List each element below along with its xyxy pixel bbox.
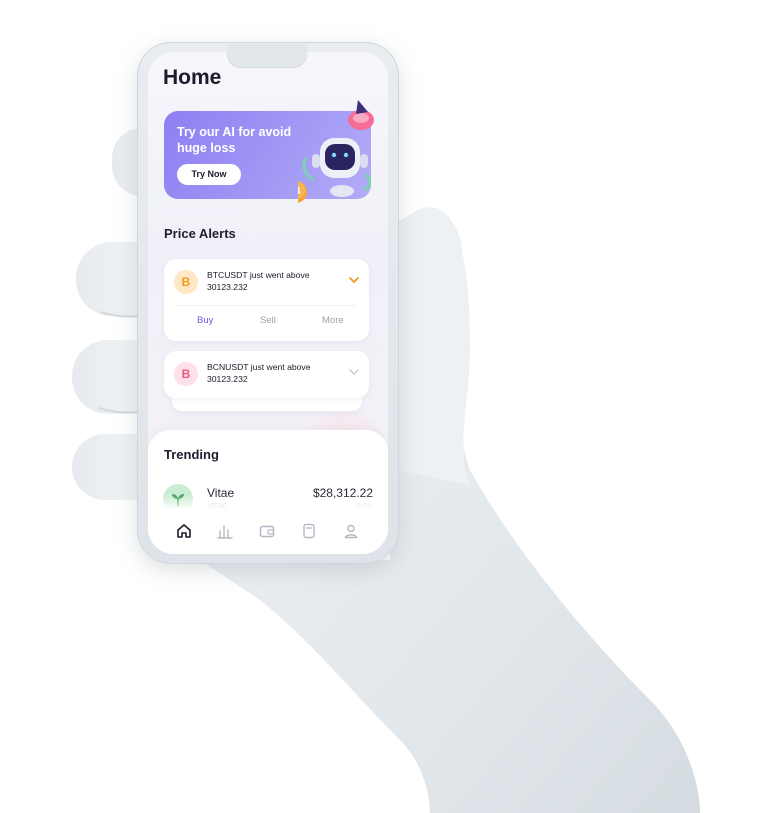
alert-message: BCNUSDT just went above 30123.232 (207, 362, 311, 384)
home-icon[interactable] (175, 522, 193, 540)
more-button[interactable]: More (322, 315, 344, 326)
sell-button[interactable]: Sell (260, 315, 276, 326)
chevron-down-icon[interactable] (349, 276, 359, 284)
robot-illustration: ₿ (298, 100, 374, 203)
phone-notch (227, 44, 307, 68)
buy-button[interactable]: Buy (197, 315, 213, 326)
trending-title: Trending (164, 447, 219, 462)
bytecoin-icon: B (174, 362, 198, 386)
user-icon[interactable] (342, 522, 360, 540)
mockup-scene: Home Try our AI for avoid huge loss Try … (0, 0, 759, 813)
page-title: Home (163, 66, 222, 89)
svg-text:₿: ₿ (298, 185, 301, 197)
try-now-button[interactable]: Try Now (177, 164, 241, 185)
chevron-down-icon[interactable] (349, 368, 359, 376)
price-alert-card[interactable]: B BTCUSDT just went above 30123.232 Buy … (164, 259, 369, 341)
alert-message: BTCUSDT just went above 30123.232 (207, 270, 310, 292)
bar-chart-icon[interactable] (216, 522, 234, 540)
bitcoin-icon: B (174, 270, 198, 294)
wallet-icon[interactable] (258, 522, 276, 540)
price-alerts-title: Price Alerts (164, 226, 236, 241)
divider (176, 305, 357, 306)
document-icon[interactable] (300, 522, 318, 540)
price-alert-card[interactable]: B BCNUSDT just went above 30123.232 (164, 351, 369, 398)
coin-name: Vitae (207, 486, 235, 500)
promo-text: Try our AI for avoid huge loss (177, 125, 292, 155)
app-screen: Home Try our AI for avoid huge loss Try … (148, 52, 388, 554)
coin-price: $28,312.22 (312, 486, 373, 500)
stacked-card-edge (172, 397, 362, 411)
bottom-tab-bar (148, 508, 388, 554)
